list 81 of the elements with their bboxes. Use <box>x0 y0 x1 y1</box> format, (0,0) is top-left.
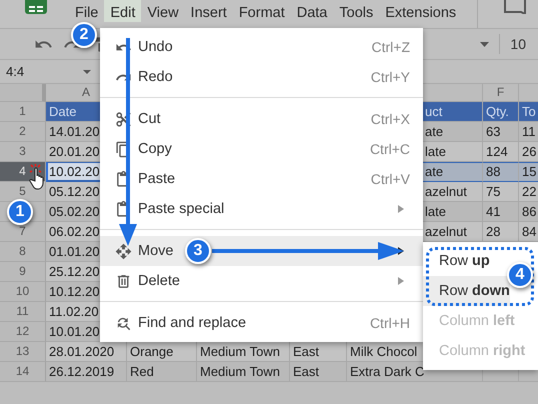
menu-item[interactable]: Find and replace Ctrl+H <box>100 308 423 338</box>
row-number[interactable]: 2 <box>19 124 26 138</box>
menubar-item[interactable]: Extensions <box>379 0 462 22</box>
table-cell: Milk Chocol <box>350 344 418 359</box>
table-cell: 28 <box>486 224 500 239</box>
menubar-item[interactable]: Format <box>232 0 291 22</box>
submenu-item[interactable]: Row down <box>423 276 510 306</box>
table-cell: late <box>425 144 446 159</box>
table-cell: 88 <box>486 164 500 179</box>
row-number[interactable]: 8 <box>19 244 26 258</box>
trash-icon <box>115 272 132 290</box>
table-cell: 10.01.20 <box>49 324 100 339</box>
column-title: Date <box>49 104 76 119</box>
submenu-item[interactable]: Row up <box>423 246 506 276</box>
shortcut-text: Ctrl+V <box>370 171 410 187</box>
caret-icon[interactable] <box>83 70 91 74</box>
row-number[interactable]: 12 <box>16 324 30 338</box>
row-number[interactable]: 5 <box>19 184 26 198</box>
column-title: uct <box>425 104 442 119</box>
shortcut-text: Ctrl+H <box>370 315 410 331</box>
table-cell: 11 <box>522 124 536 139</box>
table-cell: Medium Town <box>200 364 280 379</box>
shortcut-text: Ctrl+Z <box>372 39 410 55</box>
menubar-item[interactable]: Insert <box>184 0 233 22</box>
caret-icon[interactable] <box>480 42 490 46</box>
table-cell: 11.02.20 <box>49 304 99 319</box>
table-cell: 75 <box>486 184 500 199</box>
menubar-item[interactable]: Tools <box>333 0 380 22</box>
row-number[interactable]: 4 <box>19 164 26 178</box>
table-cell: East <box>293 364 320 379</box>
column-title: To <box>522 104 536 119</box>
menubar-item[interactable]: View <box>141 0 185 22</box>
table-cell: 22 <box>522 184 536 199</box>
table-cell: 06.02.20 <box>49 224 100 239</box>
table-cell: 86 <box>522 204 536 219</box>
column-title: Qty. <box>486 104 509 119</box>
row-number[interactable]: 7 <box>19 224 26 238</box>
table-cell: 28.01.2020 <box>49 344 114 359</box>
row-number[interactable]: 14 <box>16 364 30 378</box>
shortcut-text: Ctrl+X <box>370 111 410 127</box>
row-number[interactable]: 3 <box>19 144 26 158</box>
font-size-field[interactable]: 10 <box>510 36 526 52</box>
table-cell: azelnut <box>425 184 467 199</box>
table-cell: 15 <box>522 164 536 179</box>
move-arrows-icon <box>115 242 132 260</box>
spreadsheet-logo-icon[interactable] <box>25 0 47 14</box>
table-cell: Red <box>130 364 154 379</box>
comment-icon[interactable] <box>504 0 526 14</box>
row-number[interactable]: 1 <box>19 104 26 118</box>
table-cell: 05.02.20 <box>49 204 100 219</box>
menu-item[interactable]: Delete <box>100 266 423 296</box>
table-cell: azelnut <box>425 224 467 239</box>
shortcut-text: Ctrl+C <box>370 141 410 157</box>
table-cell: late <box>425 204 446 219</box>
table-cell: 10.12.20 <box>49 284 100 299</box>
table-cell: ate <box>425 124 444 139</box>
table-cell: ate <box>425 164 444 179</box>
table-cell: 63 <box>486 124 500 139</box>
table-cell: 25.12.20 <box>49 264 100 279</box>
shortcut-text: Ctrl+Y <box>370 69 410 85</box>
table-cell: 26.12.2019 <box>49 364 114 379</box>
table-cell: Medium Town <box>200 344 280 359</box>
table-cell: 20.01.20 <box>49 144 100 159</box>
table-cell: Orange <box>130 344 174 359</box>
row-number[interactable]: 10 <box>16 284 30 298</box>
table-cell: 41 <box>486 204 500 219</box>
table-cell: 84 <box>522 224 536 239</box>
table-cell: 10.02.20 <box>49 164 100 179</box>
table-cell: 26 <box>522 144 536 159</box>
table-cell: Extra Dark C <box>350 364 424 379</box>
table-cell: East <box>293 344 320 359</box>
row-number[interactable]: 9 <box>19 264 26 278</box>
table-cell: 14.01.20 <box>49 124 100 139</box>
menubar-item[interactable]: File <box>69 0 104 22</box>
menubar-item[interactable]: Data <box>290 0 334 22</box>
table-cell: 05.12.20 <box>49 184 100 199</box>
name-box[interactable]: 4:4 <box>6 64 24 79</box>
table-cell: 01.01.20 <box>49 244 100 259</box>
table-cell: 124 <box>486 144 508 159</box>
row-number[interactable]: 11 <box>16 304 29 318</box>
menubar-item[interactable]: Edit <box>104 0 142 22</box>
